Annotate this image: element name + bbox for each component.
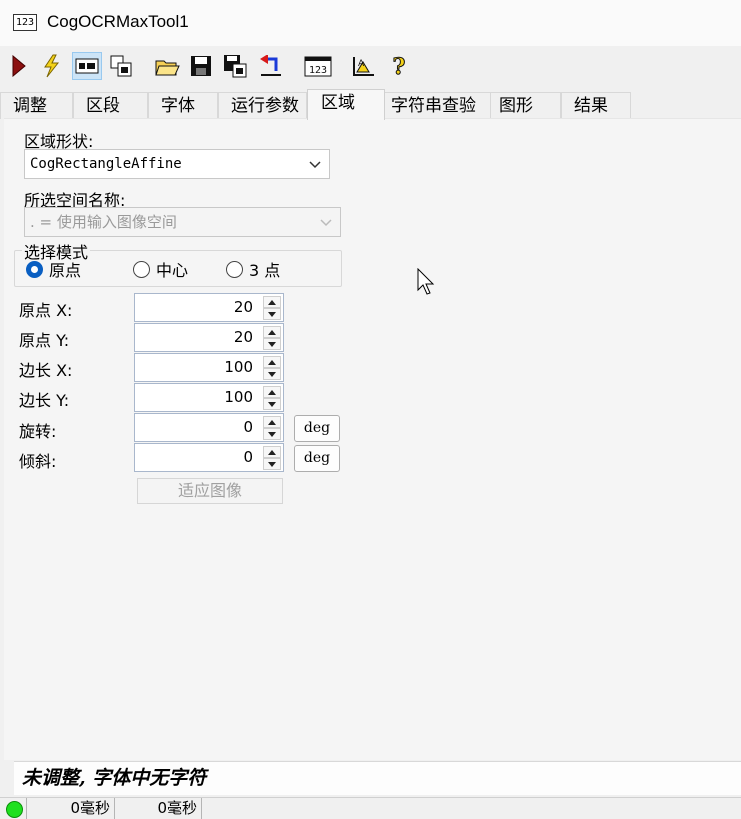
skew-label: 倾斜: xyxy=(19,452,57,471)
save-icon[interactable] xyxy=(186,52,216,80)
tab-results[interactable]: 结果 xyxy=(561,92,631,119)
tab-strip: 调整 区段 字体 运行参数 区域 字符串查验 图形 结果 xyxy=(0,89,741,120)
electric-run-icon[interactable] xyxy=(36,52,66,80)
radio-icon xyxy=(133,260,150,278)
tab-run-params[interactable]: 运行参数 xyxy=(218,92,307,119)
reset-icon[interactable] xyxy=(256,52,286,80)
rotation-unit-button[interactable]: deg xyxy=(294,415,340,442)
spin-down-icon[interactable] xyxy=(263,368,281,380)
spin-up-icon[interactable] xyxy=(263,416,281,428)
shape-select[interactable]: CogRectangleAffine xyxy=(24,149,330,179)
spin-up-icon[interactable] xyxy=(263,296,281,308)
open-icon[interactable] xyxy=(152,52,182,80)
status-led-cell xyxy=(0,798,27,819)
train-icon[interactable]: A xyxy=(348,52,378,80)
chevron-down-icon xyxy=(320,219,332,227)
spin-up-icon[interactable] xyxy=(263,386,281,398)
space-select[interactable]: . = 使用输入图像空间 xyxy=(24,207,341,237)
spin-down-icon[interactable] xyxy=(263,308,281,320)
title-bar: 123 CogOCRMaxTool1 xyxy=(0,0,741,46)
mode-3point-label: 3 点 xyxy=(249,261,281,280)
mode-center-label: 中心 xyxy=(156,261,189,280)
tab-string-check[interactable]: 字符串查验 xyxy=(384,92,491,119)
toolbar: 123 A ? xyxy=(0,46,741,88)
rotation-value: 0 xyxy=(243,418,253,436)
svg-text:?: ? xyxy=(393,54,406,78)
spin-down-icon[interactable] xyxy=(263,428,281,440)
tab-segment[interactable]: 区段 xyxy=(73,92,148,119)
app-icon: 123 xyxy=(13,14,37,31)
mode-origin-label: 原点 xyxy=(49,261,82,280)
tab-font[interactable]: 字体 xyxy=(148,92,218,119)
window-title: CogOCRMaxTool1 xyxy=(47,12,189,31)
copy-image-icon[interactable] xyxy=(106,52,136,80)
side-y-value: 100 xyxy=(224,388,253,406)
space-select-value: . = 使用输入图像空间 xyxy=(30,213,177,231)
spin-up-icon[interactable] xyxy=(263,326,281,338)
spin-down-icon[interactable] xyxy=(263,398,281,410)
font-123-icon[interactable]: 123 xyxy=(303,52,333,80)
radio-selected-icon xyxy=(26,260,43,278)
help-icon[interactable]: ? xyxy=(384,52,414,80)
spin-down-icon[interactable] xyxy=(263,338,281,350)
origin-x-label: 原点 X: xyxy=(19,301,73,320)
tab-region[interactable]: 区域 xyxy=(307,89,385,120)
spin-up-icon[interactable] xyxy=(263,446,281,458)
side-y-input[interactable]: 100 xyxy=(134,383,284,412)
status-message: 未调整, 字体中无字符 xyxy=(14,761,741,795)
rotation-input[interactable]: 0 xyxy=(134,413,284,442)
status-bar: 0毫秒 0毫秒 xyxy=(0,797,741,819)
mouse-cursor-icon xyxy=(417,268,435,295)
side-y-label: 边长 Y: xyxy=(19,391,70,410)
time-cell-1: 0毫秒 xyxy=(27,798,115,819)
skew-value: 0 xyxy=(243,448,253,466)
origin-x-input[interactable]: 20 xyxy=(134,293,284,322)
tab-adjust[interactable]: 调整 xyxy=(0,92,73,119)
status-led-icon xyxy=(6,801,23,818)
run-icon[interactable] xyxy=(4,52,34,80)
side-x-value: 100 xyxy=(224,358,253,376)
fit-image-button[interactable]: 适应图像 xyxy=(137,478,283,504)
rotation-label: 旋转: xyxy=(19,422,57,441)
chevron-down-icon xyxy=(309,161,321,169)
skew-input[interactable]: 0 xyxy=(134,443,284,472)
mode-origin-radio[interactable]: 原点 xyxy=(26,258,81,280)
spin-up-icon[interactable] xyxy=(263,356,281,368)
radio-icon xyxy=(226,260,243,278)
svg-text:123: 123 xyxy=(309,65,327,76)
side-x-label: 边长 X: xyxy=(19,361,73,380)
tab-graphics[interactable]: 图形 xyxy=(490,92,561,119)
origin-x-value: 20 xyxy=(233,298,253,316)
mode-3point-radio[interactable]: 3 点 xyxy=(226,258,280,280)
mode-center-radio[interactable]: 中心 xyxy=(133,258,188,280)
spin-down-icon[interactable] xyxy=(263,458,281,470)
side-x-input[interactable]: 100 xyxy=(134,353,284,382)
skew-unit-button[interactable]: deg xyxy=(294,445,340,472)
origin-y-value: 20 xyxy=(233,328,253,346)
svg-text:A: A xyxy=(358,59,365,69)
shape-select-value: CogRectangleAffine xyxy=(30,156,182,172)
origin-y-label: 原点 Y: xyxy=(19,331,70,350)
show-image-icon[interactable] xyxy=(72,52,102,80)
time-cell-2: 0毫秒 xyxy=(115,798,202,819)
origin-y-input[interactable]: 20 xyxy=(134,323,284,352)
save-as-icon[interactable] xyxy=(220,52,250,80)
